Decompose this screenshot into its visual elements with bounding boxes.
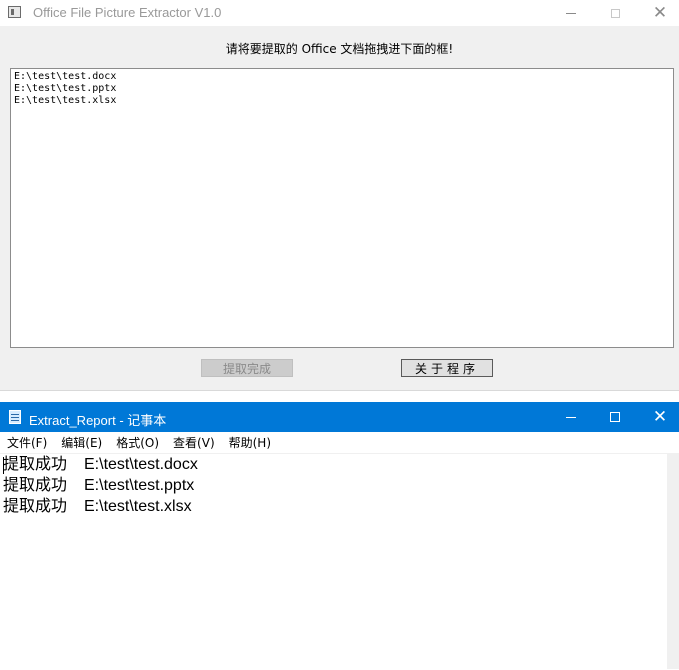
report-status: 提取成功 xyxy=(3,498,68,515)
notepad-title: Extract_Report - 记事本 xyxy=(29,413,167,428)
drop-prompt: 请将要提取的 Office 文档拖拽进下面的框! xyxy=(225,42,454,56)
maximize-icon xyxy=(610,412,620,422)
menu-bar: 文件(F) 编辑(E) 格式(O) 查看(V) 帮助(H) xyxy=(0,432,679,453)
menu-edit[interactable]: 编辑(E) xyxy=(54,434,109,451)
maximize-icon xyxy=(610,8,620,18)
report-status: 提取成功 xyxy=(3,477,68,494)
close-button[interactable]: ✕ xyxy=(637,0,679,26)
text-caret xyxy=(3,457,4,474)
notepad-icon xyxy=(9,410,21,424)
close-icon: ✕ xyxy=(652,2,668,23)
minimize-icon xyxy=(566,416,576,418)
report-path: E:\test\test.xlsx xyxy=(84,498,192,515)
report-path: E:\test\test.pptx xyxy=(84,477,195,494)
report-line: 提取成功 E:\test\test.xlsx xyxy=(0,496,667,517)
maximize-button[interactable] xyxy=(592,402,638,432)
file-path: E:\test\test.pptx xyxy=(14,83,117,94)
maximize-button xyxy=(592,0,638,26)
report-line: 提取成功 E:\test\test.docx xyxy=(0,454,667,475)
menu-view[interactable]: 查看(V) xyxy=(166,434,222,451)
minimize-button[interactable] xyxy=(548,402,594,432)
menu-file[interactable]: 文件(F) xyxy=(0,434,54,451)
text-editor[interactable]: 提取成功 E:\test\test.docx 提取成功 E:\test\test… xyxy=(0,453,667,670)
notepad-window: Extract_Report - 记事本 ✕ 文件(F) 编辑(E) 格式(O)… xyxy=(0,402,679,670)
file-drop-box[interactable]: E:\test\test.docx E:\test\test.pptx E:\t… xyxy=(10,68,674,348)
report-line: 提取成功 E:\test\test.pptx xyxy=(0,475,667,496)
menu-help[interactable]: 帮助(H) xyxy=(222,434,278,451)
about-button[interactable]: 关于程序 xyxy=(401,359,493,377)
extractor-title: Office File Picture Extractor V1.0 xyxy=(33,5,222,20)
app-icon xyxy=(8,6,21,18)
file-path: E:\test\test.xlsx xyxy=(14,95,117,106)
report-path: E:\test\test.docx xyxy=(84,456,198,473)
file-path: E:\test\test.docx xyxy=(14,71,117,82)
extract-done-button: 提取完成 xyxy=(201,359,293,377)
minimize-button[interactable] xyxy=(548,0,594,26)
extractor-titlebar[interactable]: Office File Picture Extractor V1.0 ✕ xyxy=(0,0,679,26)
menu-format[interactable]: 格式(O) xyxy=(109,434,166,451)
notepad-titlebar[interactable]: Extract_Report - 记事本 ✕ xyxy=(0,402,679,432)
vertical-scrollbar[interactable] xyxy=(667,453,679,669)
close-icon: ✕ xyxy=(652,406,668,427)
report-status: 提取成功 xyxy=(3,456,68,473)
minimize-icon xyxy=(566,12,576,14)
extractor-window: Office File Picture Extractor V1.0 ✕ 请将要… xyxy=(0,0,679,391)
close-button[interactable]: ✕ xyxy=(637,402,679,432)
